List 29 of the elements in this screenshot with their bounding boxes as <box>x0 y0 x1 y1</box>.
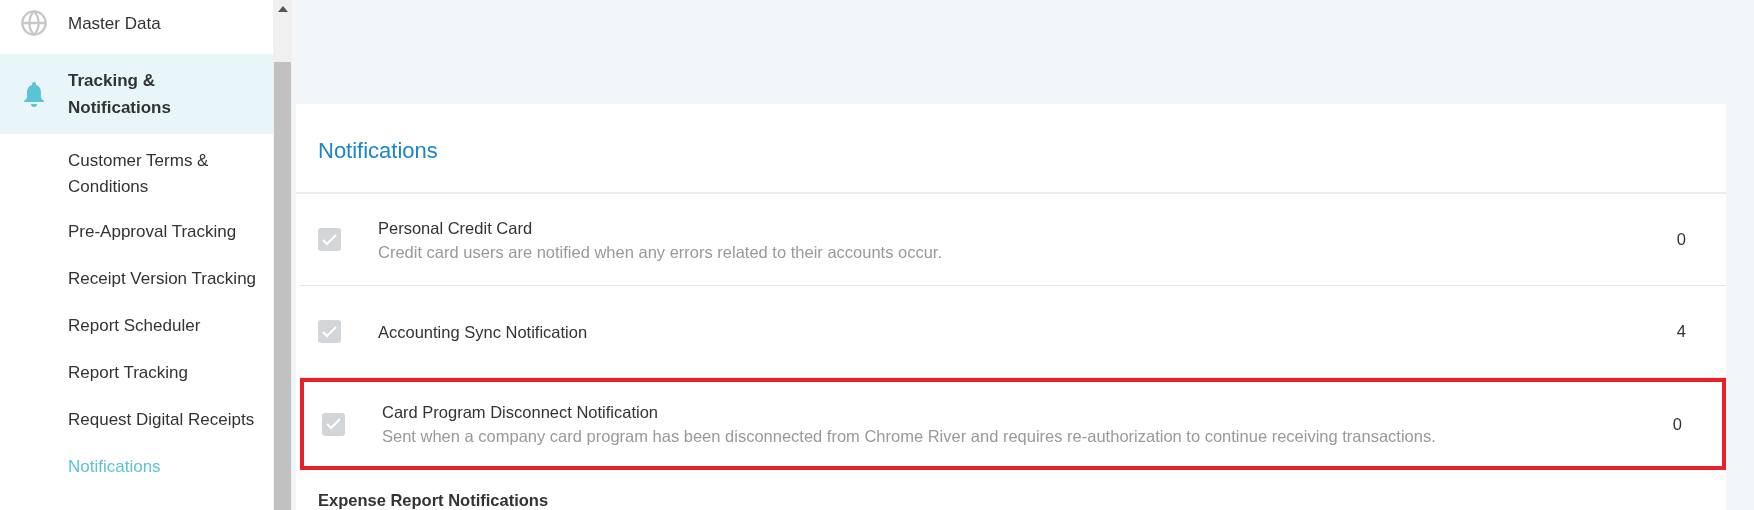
notification-name: Accounting Sync Notification <box>378 321 589 343</box>
sidebar-subitem[interactable]: Report Tracking <box>0 349 273 396</box>
notification-name: Card Program Disconnect Notification <box>382 402 660 423</box>
globe-icon <box>20 9 48 37</box>
checkbox[interactable] <box>318 228 341 251</box>
sidebar-item[interactable]: Tracking & Notifications <box>0 54 273 134</box>
notification-description: Credit card users are notified when any errors related to their accounts occur. <box>378 241 944 263</box>
scrollbar-thumb[interactable] <box>274 62 291 510</box>
scrollbar[interactable] <box>273 0 292 510</box>
notification-count: 0 <box>1672 413 1682 435</box>
bell-icon <box>22 81 46 107</box>
checkmark-icon <box>322 233 337 246</box>
checkbox[interactable] <box>318 320 341 343</box>
scroll-up-icon[interactable] <box>277 6 288 12</box>
checkbox[interactable] <box>322 412 345 436</box>
notification-name: Personal Credit Card <box>378 217 534 239</box>
notification-count: 0 <box>1676 229 1686 251</box>
sidebar-subitem[interactable]: Pre-Approval Tracking <box>0 208 273 255</box>
sidebar-subitem[interactable]: Customer Terms & Conditions <box>0 134 273 208</box>
sidebar-subitem[interactable]: Request Digital Receipts <box>0 396 273 443</box>
notification-description: Sent when a company card program has been disconnected from Chrome River and requires re-authorization to continue receiving transactions. <box>382 426 1437 447</box>
page-title: Notifications <box>318 137 439 165</box>
sidebar-subitem[interactable]: Report Scheduler <box>0 302 273 349</box>
checkmark-icon <box>326 418 341 430</box>
checkmark-icon <box>322 325 337 338</box>
sidebar-item[interactable]: Master Data <box>0 0 273 46</box>
sidebar-subitem[interactable]: Receipt Version Tracking <box>0 255 273 302</box>
notification-count: 4 <box>1676 321 1686 343</box>
section-heading: Expense Report Notifications <box>318 490 550 510</box>
